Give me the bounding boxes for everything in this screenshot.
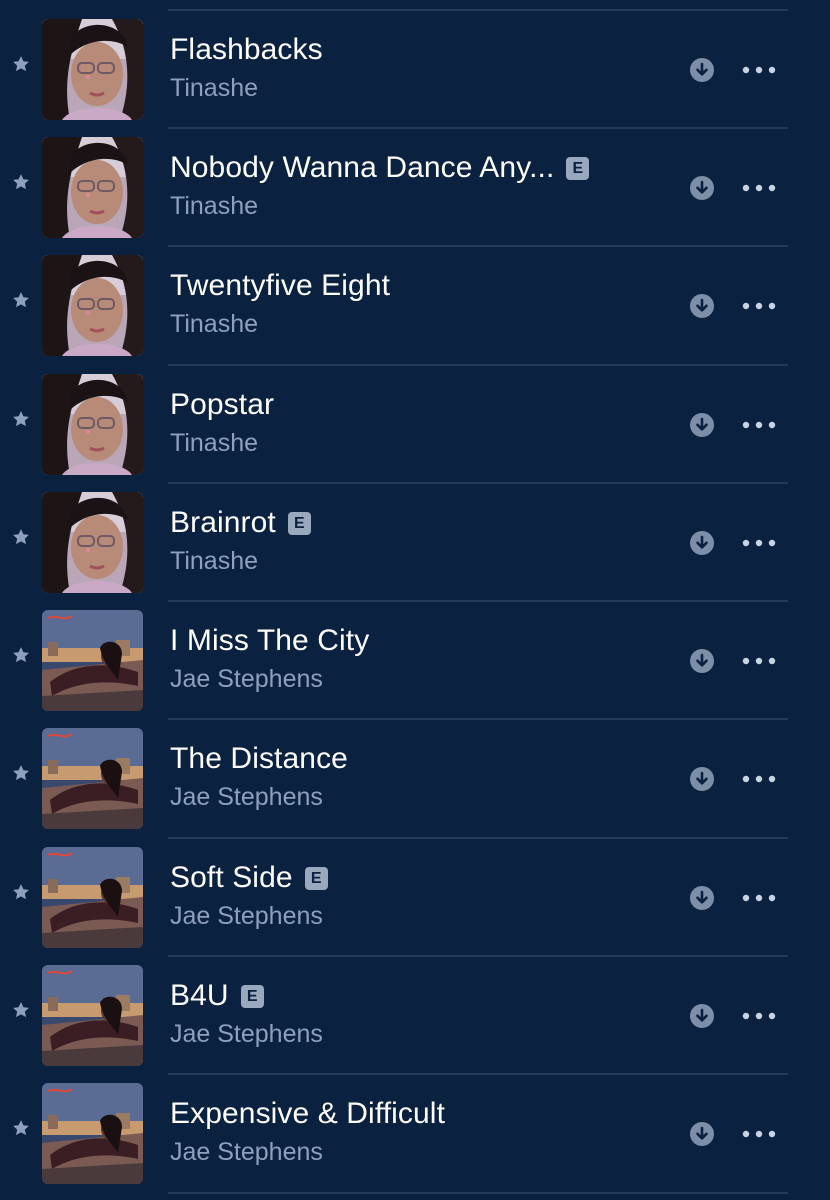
album-art	[42, 19, 143, 120]
track-title-line: The Distance	[170, 739, 348, 779]
track-title-line: Soft Side E	[170, 858, 328, 898]
track-title: Nobody Wanna Dance Any...	[170, 151, 555, 184]
track-title: The Distance	[170, 742, 348, 775]
star-icon[interactable]	[11, 527, 31, 547]
track-title: Twentyfive Eight	[170, 269, 391, 302]
track-title-line: Brainrot E	[170, 503, 311, 543]
track-row[interactable]: B4U E Jae Stephens	[0, 956, 830, 1074]
track-artist: Tinashe	[170, 192, 259, 220]
more-options-icon[interactable]	[740, 293, 778, 319]
explicit-badge: E	[287, 511, 311, 535]
track-title-line: B4U E	[170, 976, 264, 1016]
track-artist: Tinashe	[170, 429, 259, 457]
track-title-line: Nobody Wanna Dance Any... E	[170, 148, 590, 188]
album-art	[42, 1083, 143, 1184]
more-options-icon[interactable]	[740, 885, 778, 911]
album-art	[42, 137, 143, 238]
star-icon[interactable]	[11, 54, 31, 74]
track-title-line: Twentyfive Eight	[170, 266, 390, 306]
track-title-line: I Miss The City	[170, 621, 369, 661]
track-list: Flashbacks Tinashe Nobody Wanna Dance An…	[0, 0, 830, 1200]
more-options-icon[interactable]	[740, 648, 778, 674]
star-icon[interactable]	[11, 645, 31, 665]
track-row[interactable]: The Distance Jae Stephens	[0, 719, 830, 837]
track-title: I Miss The City	[170, 624, 370, 657]
track-artist: Jae Stephens	[170, 783, 323, 811]
row-divider	[168, 1192, 788, 1194]
track-row[interactable]: I Miss The City Jae Stephens	[0, 601, 830, 719]
download-icon[interactable]	[689, 1003, 715, 1029]
track-title: B4U	[170, 979, 229, 1012]
explicit-badge: E	[304, 866, 328, 890]
download-icon[interactable]	[689, 175, 715, 201]
track-title-line: Popstar	[170, 385, 274, 425]
download-icon[interactable]	[689, 293, 715, 319]
track-row[interactable]: Popstar Tinashe	[0, 365, 830, 483]
track-artist: Tinashe	[170, 74, 259, 102]
explicit-badge: E	[240, 984, 264, 1008]
download-icon[interactable]	[689, 57, 715, 83]
more-options-icon[interactable]	[740, 175, 778, 201]
track-title: Popstar	[170, 388, 275, 421]
more-options-icon[interactable]	[740, 1121, 778, 1147]
star-icon[interactable]	[11, 882, 31, 902]
more-options-icon[interactable]	[740, 766, 778, 792]
track-title: Expensive & Difficult	[170, 1097, 446, 1130]
track-row[interactable]: Twentyfive Eight Tinashe	[0, 246, 830, 364]
download-icon[interactable]	[689, 530, 715, 556]
track-artist: Jae Stephens	[170, 902, 323, 930]
more-options-icon[interactable]	[740, 412, 778, 438]
track-artist: Jae Stephens	[170, 1020, 323, 1048]
track-title: Soft Side	[170, 861, 293, 894]
track-row[interactable]: Soft Side E Jae Stephens	[0, 838, 830, 956]
album-art	[42, 847, 143, 948]
album-art	[42, 728, 143, 829]
track-row[interactable]: Flashbacks Tinashe	[0, 10, 830, 128]
track-row[interactable]: Nobody Wanna Dance Any... E Tinashe	[0, 128, 830, 246]
more-options-icon[interactable]	[740, 530, 778, 556]
album-art	[42, 255, 143, 356]
download-icon[interactable]	[689, 412, 715, 438]
download-icon[interactable]	[689, 766, 715, 792]
album-art	[42, 965, 143, 1066]
download-icon[interactable]	[689, 885, 715, 911]
track-title: Brainrot	[170, 506, 276, 539]
track-row[interactable]: Brainrot E Tinashe	[0, 483, 830, 601]
star-icon[interactable]	[11, 290, 31, 310]
track-title-line: Flashbacks	[170, 30, 323, 70]
track-artist: Tinashe	[170, 310, 259, 338]
track-artist: Tinashe	[170, 547, 259, 575]
album-art	[42, 610, 143, 711]
track-artist: Jae Stephens	[170, 665, 323, 693]
star-icon[interactable]	[11, 1118, 31, 1138]
star-icon[interactable]	[11, 1000, 31, 1020]
star-icon[interactable]	[11, 763, 31, 783]
track-title: Flashbacks	[170, 33, 323, 66]
track-artist: Jae Stephens	[170, 1138, 323, 1166]
download-icon[interactable]	[689, 1121, 715, 1147]
more-options-icon[interactable]	[740, 1003, 778, 1029]
album-art	[42, 492, 143, 593]
star-icon[interactable]	[11, 409, 31, 429]
track-row[interactable]: Expensive & Difficult Jae Stephens	[0, 1074, 830, 1192]
explicit-badge: E	[566, 156, 590, 180]
album-art	[42, 374, 143, 475]
download-icon[interactable]	[689, 648, 715, 674]
more-options-icon[interactable]	[740, 57, 778, 83]
track-title-line: Expensive & Difficult	[170, 1094, 445, 1134]
star-icon[interactable]	[11, 172, 31, 192]
